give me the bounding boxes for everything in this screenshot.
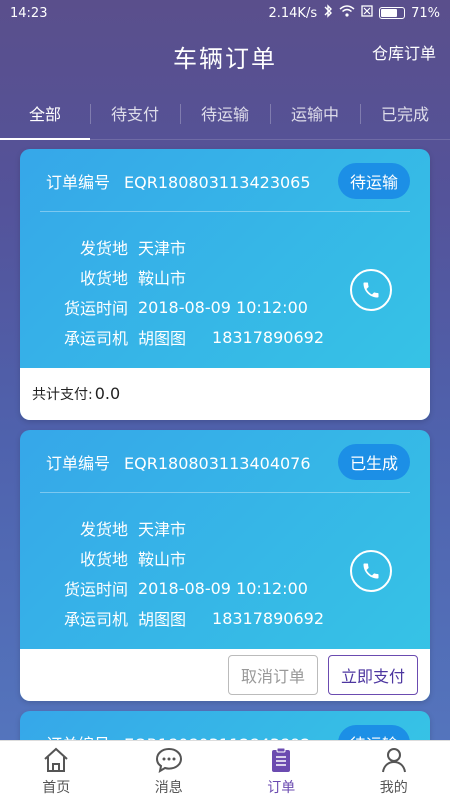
driver-row: 承运司机 胡图图 18317890692	[44, 603, 430, 633]
app-header: 车辆订单 仓库订单	[0, 26, 450, 86]
driver-name: 胡图图	[138, 610, 187, 629]
order-number: 订单编号 EQR180803113423065	[46, 169, 311, 193]
cancel-order-button[interactable]: 取消订单	[227, 655, 318, 695]
total-paid-amount: 0.0	[94, 384, 121, 403]
nav-messages-label: 消息	[154, 779, 183, 796]
origin-label: 发货地	[79, 520, 128, 539]
ship-time-label: 货运时间	[63, 580, 128, 599]
nav-profile-label: 我的	[379, 779, 408, 796]
destination-label: 收货地	[79, 550, 128, 569]
call-driver-button[interactable]	[350, 269, 392, 311]
order-card[interactable]: 订单编号 EQR180803113423065 待运输 发货地 天津市 收货地 鞍…	[20, 149, 430, 420]
order-number-value: EQR180803113404076	[124, 453, 311, 473]
status-badge: 待运输	[337, 162, 410, 199]
origin-label: 发货地	[79, 239, 128, 258]
nav-orders[interactable]: 订单	[225, 741, 338, 800]
nav-messages[interactable]: 消息	[113, 741, 226, 800]
origin-value: 天津市	[138, 520, 187, 539]
phone-icon	[363, 563, 379, 579]
origin-value: 天津市	[138, 239, 187, 258]
phone-icon	[363, 282, 379, 298]
driver-name: 胡图图	[138, 329, 187, 348]
order-card[interactable]: 订单编号 EQR180803113404076 已生成 发货地 天津市 收货地 鞍…	[20, 430, 430, 701]
status-bar: 14:23 2.14K/s 71%	[0, 0, 450, 26]
nav-orders-label: 订单	[267, 779, 296, 796]
order-icon	[272, 747, 291, 772]
nav-home[interactable]: 首页	[0, 741, 113, 800]
tab-pending-transport[interactable]: 待运输	[180, 86, 270, 139]
order-card-footer: 共计支付: 0.0	[20, 368, 430, 420]
page-title: 车辆订单	[173, 44, 277, 73]
ship-time-value: 2018-08-09 10:12:00	[138, 297, 308, 317]
destination-label: 收货地	[79, 269, 128, 288]
ship-time-label: 货运时间	[63, 299, 128, 318]
battery-percent: 71%	[411, 5, 440, 21]
user-icon	[381, 747, 406, 772]
ship-time-value: 2018-08-09 10:12:00	[138, 578, 308, 598]
status-badge: 已生成	[337, 443, 410, 480]
destination-value: 鞍山市	[138, 269, 187, 288]
order-card-body: 发货地 天津市 收货地 鞍山市 货运时间 2018-08-09 10:12:00…	[20, 212, 430, 368]
tab-all[interactable]: 全部	[0, 86, 90, 140]
driver-label: 承运司机	[63, 610, 128, 629]
bottom-nav: 首页 消息 订单 我的	[0, 740, 450, 800]
tab-pending-payment[interactable]: 待支付	[90, 86, 180, 139]
order-number-value: EQR180803113423065	[124, 172, 311, 192]
driver-phone: 18317890692	[212, 327, 324, 347]
pay-now-button[interactable]: 立即支付	[327, 655, 418, 695]
driver-phone: 18317890692	[212, 608, 324, 628]
order-card-header: 订单编号 EQR180803113423065 待运输	[20, 149, 430, 212]
driver-row: 承运司机 胡图图 18317890692	[44, 322, 430, 352]
origin-row: 发货地 天津市	[44, 513, 430, 543]
call-driver-button[interactable]	[350, 550, 392, 592]
tab-completed[interactable]: 已完成	[360, 86, 450, 139]
sim-icon	[361, 5, 373, 21]
status-icons: 2.14K/s 71%	[268, 4, 440, 22]
network-speed: 2.14K/s	[268, 5, 318, 21]
destination-value: 鞍山市	[138, 550, 187, 569]
status-time: 14:23	[10, 5, 48, 21]
order-card-header: 订单编号 EQR180803113404076 已生成	[20, 430, 430, 493]
order-number: 订单编号 EQR180803113404076	[46, 450, 311, 474]
nav-profile[interactable]: 我的	[338, 741, 450, 800]
order-list: 订单编号 EQR180803113423065 待运输 发货地 天津市 收货地 鞍…	[20, 149, 430, 784]
warehouse-orders-link[interactable]: 仓库订单	[372, 40, 436, 64]
order-actions: 取消订单 立即支付	[227, 655, 418, 695]
driver-label: 承运司机	[63, 329, 128, 348]
total-paid-label: 共计支付:	[32, 387, 93, 403]
total-paid: 共计支付: 0.0	[32, 384, 120, 404]
bluetooth-icon	[323, 4, 333, 22]
order-tabs: 全部 待支付 待运输 运输中 已完成	[0, 86, 450, 140]
order-number-label: 订单编号	[46, 172, 111, 192]
order-card-footer: 取消订单 立即支付	[20, 649, 430, 701]
order-number-label: 订单编号	[46, 453, 111, 473]
tab-in-transit[interactable]: 运输中	[270, 86, 360, 139]
nav-home-label: 首页	[42, 779, 71, 796]
message-icon	[155, 747, 182, 773]
origin-row: 发货地 天津市	[44, 232, 430, 262]
home-icon	[44, 747, 68, 772]
order-card-body: 发货地 天津市 收货地 鞍山市 货运时间 2018-08-09 10:12:00…	[20, 493, 430, 649]
wifi-icon	[339, 5, 355, 21]
battery-icon	[379, 7, 406, 19]
